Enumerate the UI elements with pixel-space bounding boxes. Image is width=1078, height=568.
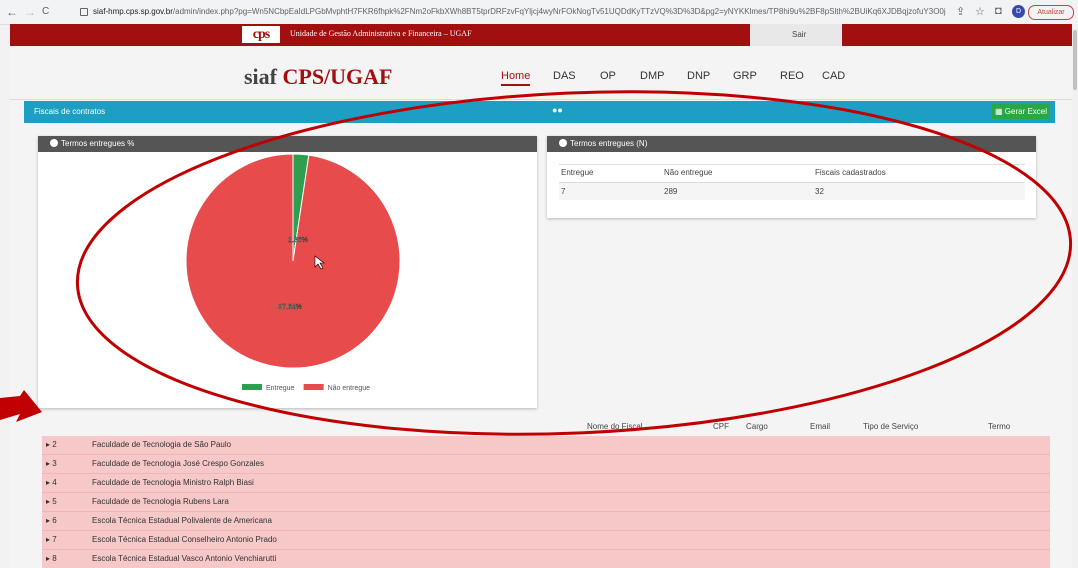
pie-slice-n-o-entregue[interactable]	[185, 153, 401, 369]
tab-search-icon[interactable]: ◘	[995, 5, 1002, 17]
col-cargo[interactable]: Cargo	[746, 422, 768, 431]
update-button[interactable]: Atualizar	[1028, 5, 1074, 20]
list-row[interactable]: ▸ 8 Escola Técnica Estadual Vasco Antonio…	[42, 550, 1050, 568]
value-entregue: 7	[561, 187, 566, 196]
list-row[interactable]: ▸ 3 Faculdade de Tecnologia José Crespo G…	[42, 455, 1050, 474]
list-row[interactable]: ▸ 7 Escola Técnica Estadual Conselheiro A…	[42, 531, 1050, 550]
address-bar[interactable]: siaf-hmp.cps.sp.gov.br/admin/index.php?p…	[78, 3, 946, 21]
menu-das[interactable]: DAS	[553, 70, 576, 82]
users-icon: ●●	[552, 105, 563, 115]
pie-chart: 2.36% 97.64% Entregue Não entregue	[185, 153, 401, 392]
menu-op[interactable]: OP	[600, 70, 616, 82]
menu-reo[interactable]: REO	[780, 70, 804, 82]
table-divider	[559, 164, 1025, 165]
col-cpf[interactable]: CPF	[713, 422, 729, 431]
row-unit-name: Escola Técnica Estadual Polivalente de A…	[92, 516, 272, 525]
site-brand[interactable]: siaf CPS/UGAF	[244, 64, 393, 90]
web-page: cps Unidade de Gestão Administrativa e F…	[10, 24, 1072, 568]
row-number: ▸ 5	[46, 497, 57, 506]
logout-link[interactable]: Sair	[750, 24, 842, 46]
units-list: ▸ 2 Faculdade de Tecnologia de São Paulo ▸…	[42, 436, 1050, 568]
value-fiscais-cadastrados: 32	[815, 187, 824, 196]
legend-label[interactable]: Não entregue	[328, 385, 371, 392]
row-unit-name: Faculdade de Tecnologia de São Paulo	[92, 440, 232, 449]
row-number: ▸ 7	[46, 535, 57, 544]
row-unit-name: Escola Técnica Estadual Vasco Antonio Ve…	[92, 554, 277, 563]
lock-icon	[80, 7, 88, 16]
row-unit-name: Escola Técnica Estadual Conselheiro Anto…	[92, 535, 277, 544]
menu-dnp[interactable]: DNP	[687, 70, 710, 82]
cps-logo: cps	[242, 26, 280, 43]
menu-dmp[interactable]: DMP	[640, 70, 664, 82]
excel-icon: ▦	[994, 107, 1005, 116]
top-bar	[10, 24, 1072, 46]
count-panel: Termos entregues (N) Entregue Não entreg…	[547, 136, 1036, 218]
row-number: ▸ 2	[46, 440, 57, 449]
header-nao-entregue: Não entregue	[664, 168, 713, 177]
table-row	[559, 183, 1025, 200]
header-fiscais-cadastrados: Fiscais cadastrados	[815, 168, 886, 177]
count-panel-header: Termos entregues (N)	[547, 136, 1036, 152]
col-tipo-servico[interactable]: Tipo de Serviço	[863, 422, 918, 431]
section-title: Fiscais de contratos	[34, 107, 106, 116]
row-number: ▸ 4	[46, 478, 57, 487]
legend-swatch	[303, 384, 324, 390]
list-header: Nome do Fiscal CPF Cargo Email Tipo de S…	[38, 419, 1048, 436]
unit-title: Unidade de Gestão Administrativa e Finan…	[290, 29, 472, 38]
url-path: /admin/index.php?pg=Wn5NCbpEaIdLPGbMvpht…	[172, 7, 946, 16]
back-icon[interactable]: ←	[6, 5, 18, 19]
table-icon	[559, 139, 567, 147]
section-bar: Fiscais de contratos ●● ▦ Gerar Excel	[24, 101, 1055, 123]
list-row[interactable]: ▸ 4 Faculdade de Tecnologia Ministro Ralp…	[42, 474, 1050, 493]
bookmark-star-icon[interactable]: ☆	[975, 5, 985, 18]
menu-cad[interactable]: CAD	[822, 70, 845, 82]
legend-swatch	[242, 384, 262, 390]
browser-toolbar: ← → C siaf-hmp.cps.sp.gov.br/admin/index…	[0, 0, 1078, 25]
brand-prefix: siaf	[244, 64, 277, 89]
value-nao-entregue: 289	[664, 187, 678, 196]
profile-avatar[interactable]: D	[1012, 5, 1025, 18]
menu-home[interactable]: Home	[501, 70, 531, 86]
scrollbar-thumb[interactable]	[1073, 30, 1077, 90]
row-number: ▸ 3	[46, 459, 57, 468]
list-row[interactable]: ▸ 5 Faculdade de Tecnologia Rubens Lara	[42, 493, 1050, 512]
pie-chart-panel: Termos entregues % 2.36% 97.64% Entregue Nã…	[38, 136, 537, 408]
row-number: ▸ 8	[46, 554, 57, 563]
col-email[interactable]: Email	[810, 422, 830, 431]
row-unit-name: Faculdade de Tecnologia Ministro Ralph B…	[92, 478, 254, 487]
share-icon[interactable]: ⇪	[956, 5, 965, 18]
list-row[interactable]: ▸ 6 Escola Técnica Estadual Polivalente d…	[42, 512, 1050, 531]
header-entregue: Entregue	[561, 168, 594, 177]
brand-main: CPS/UGAF	[282, 64, 393, 89]
forward-icon[interactable]: →	[24, 5, 36, 19]
row-unit-name: Faculdade de Tecnologia Rubens Lara	[92, 497, 229, 506]
count-panel-title: Termos entregues (N)	[570, 139, 648, 148]
list-row[interactable]: ▸ 2 Faculdade de Tecnologia de São Paulo	[42, 436, 1050, 455]
scrollbar[interactable]	[1072, 24, 1078, 568]
row-unit-name: Faculdade de Tecnologia José Crespo Gonz…	[92, 459, 264, 468]
generate-excel-button[interactable]: ▦ Gerar Excel	[992, 104, 1050, 119]
pie-value-label: 97.64%	[278, 304, 302, 311]
legend-label[interactable]: Entregue	[266, 385, 295, 392]
pie-value-label: 2.36%	[288, 237, 308, 244]
col-nome-fiscal[interactable]: Nome do Fiscal	[587, 422, 643, 431]
excel-button-label: Gerar Excel	[1004, 107, 1047, 116]
header-divider	[10, 99, 1072, 100]
row-number: ▸ 6	[46, 516, 57, 525]
reload-icon[interactable]: C	[42, 6, 49, 17]
menu-grp[interactable]: GRP	[733, 70, 757, 82]
col-termo[interactable]: Termo	[988, 422, 1010, 431]
logout-label: Sair	[792, 30, 807, 39]
url-host: siaf-hmp.cps.sp.gov.br	[93, 7, 173, 16]
